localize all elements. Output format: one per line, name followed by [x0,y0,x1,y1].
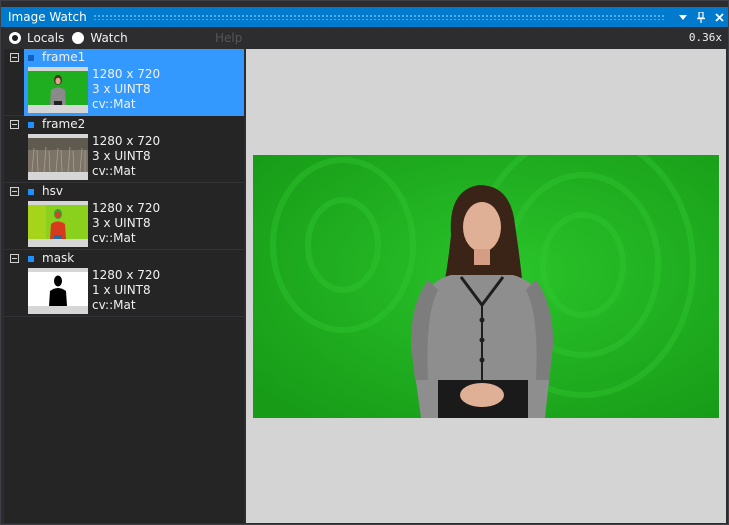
item-type: 3 x UINT8 [92,216,151,230]
thumbnail [28,67,88,113]
item-type: 3 x UINT8 [92,82,151,96]
list-item-hsv[interactable]: hsv 1280 x 720 3 x UINT8 cv::Mat [4,183,244,250]
variable-list[interactable]: frame1 1280 x 720 3 x UINT8 cv::Mat fram… [4,49,244,523]
item-size: 1280 x 720 [92,268,161,282]
item-type: 3 x UINT8 [92,149,151,163]
item-class: cv::Mat [92,164,136,178]
image-viewer[interactable] [246,49,726,523]
pin-icon[interactable] [692,8,710,26]
item-name: frame2 [42,117,86,131]
item-class: cv::Mat [92,231,136,245]
radio-checked-icon[interactable] [9,32,21,44]
watch-label: Watch [90,31,128,45]
thumbnail [28,134,88,180]
item-info: 1280 x 720 1 x UINT8 cv::Mat [92,268,160,313]
item-class: cv::Mat [92,298,136,312]
item-name: mask [42,251,75,265]
drag-grip[interactable] [92,14,666,20]
variable-icon [28,256,34,262]
watch-radio[interactable]: Watch [72,31,128,45]
item-size: 1280 x 720 [92,201,161,215]
item-info: 1280 x 720 3 x UINT8 cv::Mat [92,201,160,246]
variable-icon [28,189,34,195]
item-name: frame1 [42,50,86,64]
zoom-level: 0.36x [688,31,722,44]
collapse-icon[interactable] [10,254,19,263]
list-item-frame2[interactable]: frame2 1280 x 720 3 x UINT8 cv::Mat [4,116,244,183]
item-info: 1280 x 720 3 x UINT8 cv::Mat [92,134,160,179]
close-icon[interactable] [710,8,728,26]
collapse-icon[interactable] [10,53,19,62]
item-size: 1280 x 720 [92,67,161,81]
chevron-down-icon[interactable] [674,8,692,26]
list-item-mask[interactable]: mask 1280 x 720 1 x UINT8 cv::Mat [4,250,244,317]
title-bar[interactable]: Image Watch [1,7,728,27]
item-type: 1 x UINT8 [92,283,151,297]
help-link[interactable]: Help [215,31,242,45]
locals-label: Locals [27,31,65,45]
variable-icon [28,122,34,128]
toolbar: Locals Watch Help 0.36x [1,28,728,48]
radio-unchecked-icon[interactable] [72,32,85,44]
item-name: hsv [42,184,63,198]
item-size: 1280 x 720 [92,134,161,148]
locals-radio[interactable]: Locals [9,31,64,45]
image-display[interactable] [253,155,719,418]
image-watch-window: Image Watch Locals Watch Help 0.36x fram… [0,0,729,525]
thumbnail [28,201,88,247]
thumbnail [28,268,88,314]
item-class: cv::Mat [92,97,136,111]
variable-icon [28,55,34,61]
list-item-frame1[interactable]: frame1 1280 x 720 3 x UINT8 cv::Mat [4,49,244,116]
item-info: 1280 x 720 3 x UINT8 cv::Mat [92,67,160,112]
collapse-icon[interactable] [10,187,19,196]
window-title: Image Watch [8,10,87,24]
collapse-icon[interactable] [10,120,19,129]
